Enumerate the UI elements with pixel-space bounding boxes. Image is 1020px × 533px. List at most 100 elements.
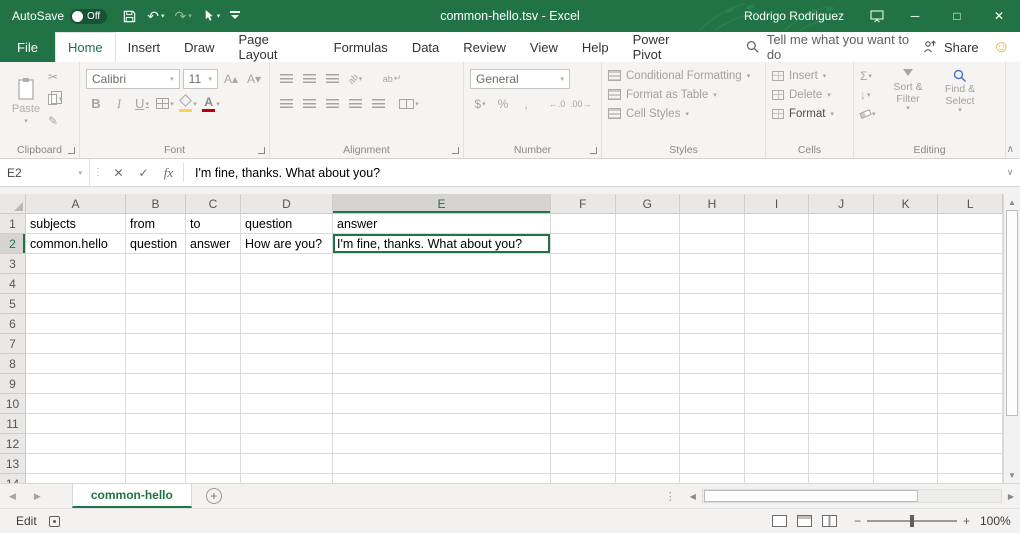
cell-G10[interactable] xyxy=(616,394,681,414)
align-top-button[interactable] xyxy=(276,69,296,89)
minimize-button[interactable]: ─ xyxy=(894,0,936,32)
cell-E13[interactable] xyxy=(333,454,551,474)
accounting-format-button[interactable]: $▾ xyxy=(470,94,490,114)
page-break-view-button[interactable] xyxy=(822,515,837,527)
decrease-font-button[interactable]: A▾ xyxy=(244,69,264,89)
expand-formula-bar-button[interactable]: ∨ xyxy=(1000,159,1020,186)
row-header-12[interactable]: 12 xyxy=(0,434,26,454)
cell-C5[interactable] xyxy=(186,294,241,314)
cell-L13[interactable] xyxy=(938,454,1003,474)
merge-center-button[interactable]: ▾ xyxy=(399,94,419,114)
cell-F5[interactable] xyxy=(551,294,616,314)
tab-scroll-splitter[interactable]: ⋮ xyxy=(657,484,684,508)
cell-E11[interactable] xyxy=(333,414,551,434)
cell-I3[interactable] xyxy=(745,254,810,274)
clear-dropdown-icon[interactable]: ▾ xyxy=(872,110,876,118)
redo-button[interactable]: ↷ ▾ xyxy=(169,3,196,29)
cut-button[interactable]: ✂ xyxy=(46,66,65,88)
cell-G3[interactable] xyxy=(616,254,681,274)
cell-F2[interactable] xyxy=(551,234,616,254)
row-header-9[interactable]: 9 xyxy=(0,374,26,394)
cell-D14[interactable] xyxy=(241,474,333,483)
cell-H8[interactable] xyxy=(680,354,745,374)
cell-I12[interactable] xyxy=(745,434,810,454)
cell-B3[interactable] xyxy=(126,254,186,274)
find-select-button[interactable]: Find & Select ▾ xyxy=(936,66,984,123)
cell-K10[interactable] xyxy=(874,394,939,414)
cell-J5[interactable] xyxy=(809,294,874,314)
cell-D2[interactable]: How are you? xyxy=(241,234,333,254)
row-header-2[interactable]: 2 xyxy=(0,234,26,254)
cell-I9[interactable] xyxy=(745,374,810,394)
paste-button[interactable]: Paste ▾ xyxy=(6,66,46,136)
fill-color-button[interactable]: ▾ xyxy=(178,94,198,114)
cell-J2[interactable] xyxy=(809,234,874,254)
share-button[interactable]: Share xyxy=(923,32,993,62)
vertical-scrollbar[interactable]: ▲ ▼ xyxy=(1003,194,1020,483)
column-header-G[interactable]: G xyxy=(616,194,681,214)
number-dialog-launcher[interactable] xyxy=(590,147,597,154)
column-header-E[interactable]: E xyxy=(333,194,551,214)
cell-I2[interactable] xyxy=(745,234,810,254)
cell-F14[interactable] xyxy=(551,474,616,483)
cell-K11[interactable] xyxy=(874,414,939,434)
column-header-J[interactable]: J xyxy=(809,194,874,214)
cell-B9[interactable] xyxy=(126,374,186,394)
cell-A4[interactable] xyxy=(26,274,126,294)
underline-button[interactable]: U▾ xyxy=(132,94,152,114)
cell-B2[interactable]: question xyxy=(126,234,186,254)
autosum-dropdown-icon[interactable]: ▾ xyxy=(868,72,872,80)
cell-C9[interactable] xyxy=(186,374,241,394)
row-header-7[interactable]: 7 xyxy=(0,334,26,354)
vertical-scrollbar-track[interactable] xyxy=(1004,210,1020,467)
font-dialog-launcher[interactable] xyxy=(258,147,265,154)
cell-G6[interactable] xyxy=(616,314,681,334)
save-button[interactable] xyxy=(117,3,142,29)
cell-H7[interactable] xyxy=(680,334,745,354)
cell-I8[interactable] xyxy=(745,354,810,374)
align-left-button[interactable] xyxy=(276,94,296,114)
cell-H11[interactable] xyxy=(680,414,745,434)
accounting-dropdown-icon[interactable]: ▾ xyxy=(482,100,486,108)
formula-input[interactable]: I'm fine, thanks. What about you? xyxy=(186,159,1000,186)
collapse-ribbon-button[interactable]: ∧ xyxy=(1007,144,1014,155)
cell-L14[interactable] xyxy=(938,474,1003,483)
format-as-table-button[interactable]: Format as Table ▾ xyxy=(608,85,760,104)
row-header-4[interactable]: 4 xyxy=(0,274,26,294)
cell-C6[interactable] xyxy=(186,314,241,334)
clear-button[interactable]: ▾ xyxy=(860,104,880,123)
row-header-1[interactable]: 1 xyxy=(0,214,26,234)
zoom-slider[interactable] xyxy=(867,520,957,522)
redo-dropdown-icon[interactable]: ▾ xyxy=(188,12,192,20)
row-header-5[interactable]: 5 xyxy=(0,294,26,314)
cell-I5[interactable] xyxy=(745,294,810,314)
cell-C1[interactable]: to xyxy=(186,214,241,234)
cell-G9[interactable] xyxy=(616,374,681,394)
zoom-percentage[interactable]: 100% xyxy=(980,514,1020,528)
cell-F11[interactable] xyxy=(551,414,616,434)
cell-E9[interactable] xyxy=(333,374,551,394)
cell-B13[interactable] xyxy=(126,454,186,474)
sheet-tab-common-hello[interactable]: common-hello xyxy=(72,484,192,508)
tab-formulas[interactable]: Formulas xyxy=(322,32,400,62)
cell-C14[interactable] xyxy=(186,474,241,483)
cell-A3[interactable] xyxy=(26,254,126,274)
cell-D9[interactable] xyxy=(241,374,333,394)
cell-K6[interactable] xyxy=(874,314,939,334)
font-color-button[interactable]: A ▾ xyxy=(201,94,221,114)
vertical-scrollbar-thumb[interactable] xyxy=(1006,210,1018,416)
previous-sheet-button[interactable]: ◀ xyxy=(0,484,25,508)
align-right-button[interactable] xyxy=(322,94,342,114)
cell-D11[interactable] xyxy=(241,414,333,434)
cell-J10[interactable] xyxy=(809,394,874,414)
cell-F1[interactable] xyxy=(551,214,616,234)
close-button[interactable]: ✕ xyxy=(978,0,1020,32)
cell-A10[interactable] xyxy=(26,394,126,414)
cell-B11[interactable] xyxy=(126,414,186,434)
column-header-L[interactable]: L xyxy=(938,194,1003,214)
cell-D12[interactable] xyxy=(241,434,333,454)
cell-B7[interactable] xyxy=(126,334,186,354)
cell-C3[interactable] xyxy=(186,254,241,274)
cell-C4[interactable] xyxy=(186,274,241,294)
cell-G2[interactable] xyxy=(616,234,681,254)
